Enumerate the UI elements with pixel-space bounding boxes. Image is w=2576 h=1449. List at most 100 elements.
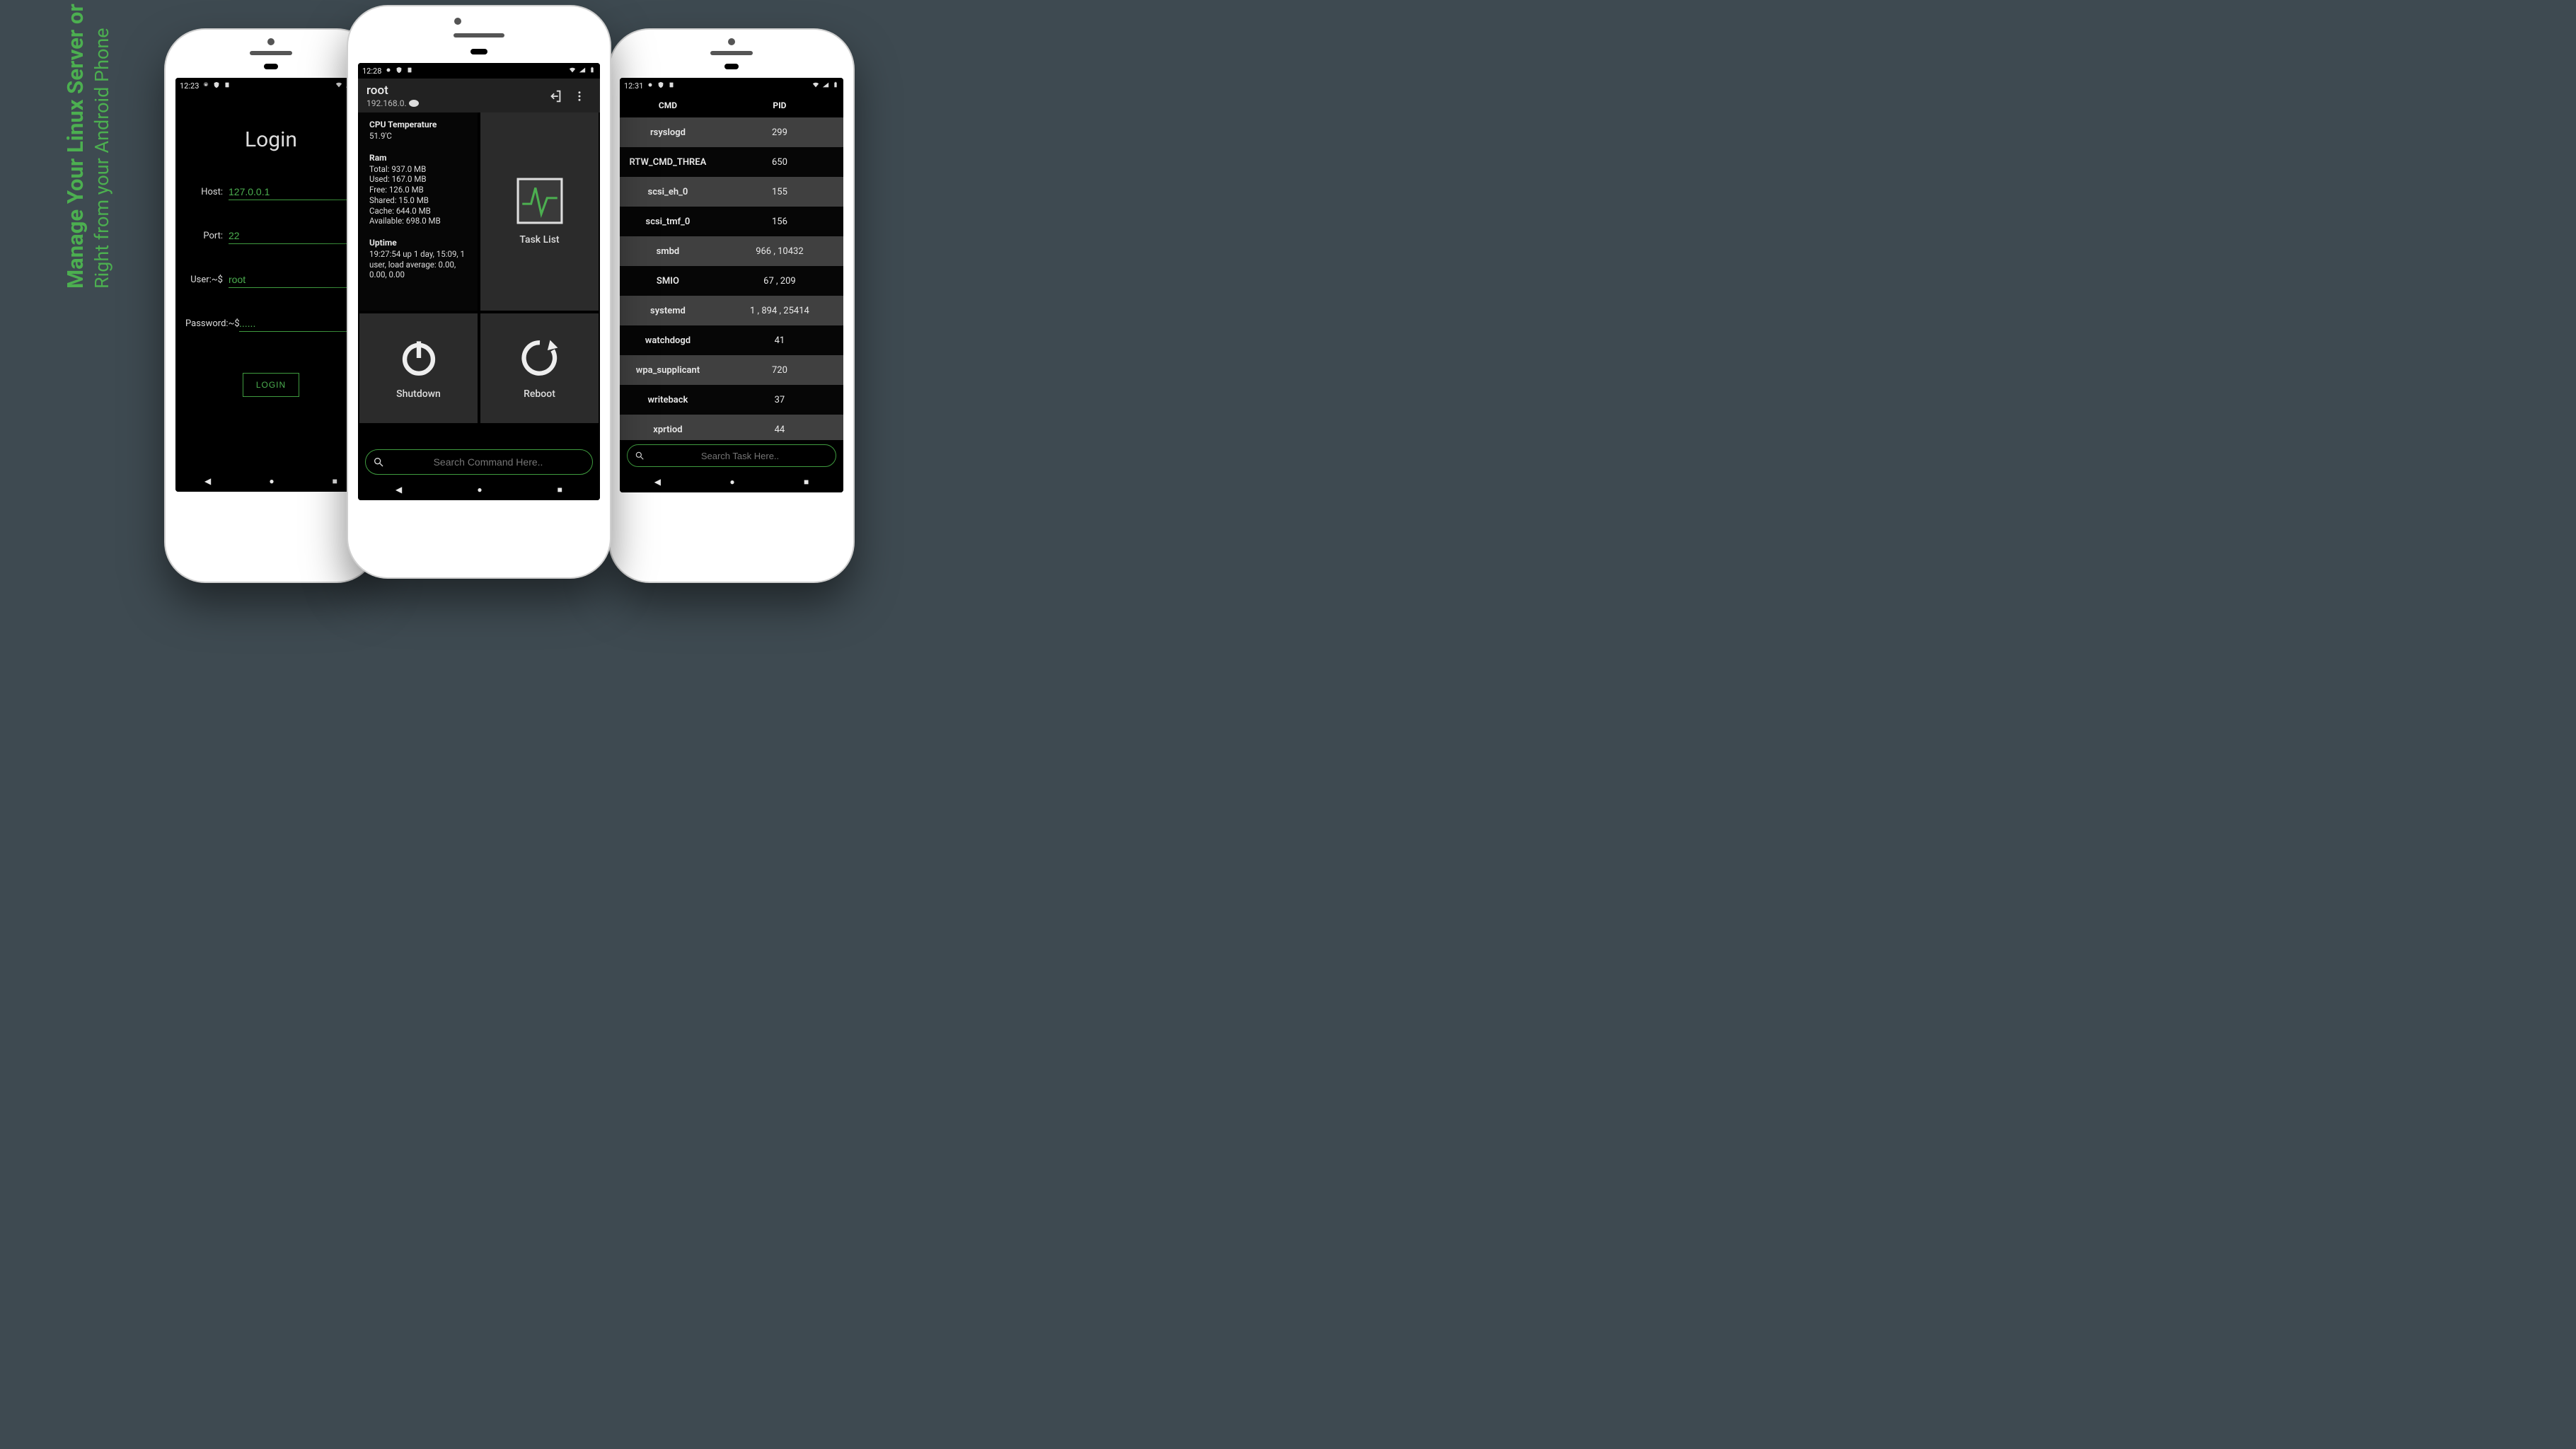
cell-pid: 41 [716,335,843,346]
cell-cmd: smbd [620,246,716,257]
cell-pid: 155 [716,187,843,197]
cell-cmd: watchdogd [620,335,716,346]
nav-recents-icon[interactable]: ■ [804,477,809,487]
login-button[interactable]: LOGIN [243,373,299,397]
wifi-icon [812,81,819,91]
uptime-heading: Uptime [369,238,468,248]
phone-frame-tasklist: 12:31 CMD PID rsyslogd299RTW_CMD_THREA65… [610,30,853,582]
battery-icon [832,81,839,91]
table-row[interactable]: scsi_tmf_0156 [620,207,843,236]
ram-used: Used: 167.0 MB [369,174,468,185]
shutdown-label: Shutdown [396,388,441,400]
password-label: Password:~$ [185,318,239,332]
page-title: Login [185,127,357,152]
user-input[interactable] [229,271,357,288]
host-input[interactable] [229,183,357,200]
cpu-temp-heading: CPU Temperature [369,120,468,129]
table-row[interactable]: RTW_CMD_THREA650 [620,147,843,177]
table-row[interactable]: smbd966 , 10432 [620,236,843,266]
user-label: User:~$ [185,275,229,288]
table-row[interactable]: systemd1 , 894 , 25414 [620,296,843,325]
power-icon [398,337,439,379]
gear-icon [647,81,654,91]
nav-home-icon[interactable]: ● [477,485,482,495]
cell-pid: 44 [716,425,843,435]
header-user: root [366,83,543,98]
screen-login: 12:23 [175,78,366,492]
cell-cmd: rsyslogd [620,127,716,138]
cell-cmd: scsi_eh_0 [620,187,716,197]
nav-recents-icon[interactable]: ■ [558,485,562,495]
nav-back-icon[interactable]: ◀ [654,477,661,487]
nav-back-icon[interactable]: ◀ [204,476,211,486]
ram-free: Free: 126.0 MB [369,185,468,195]
nav-home-icon[interactable]: ● [729,477,734,487]
nav-recents-icon[interactable]: ■ [333,476,337,486]
tasklist-search[interactable] [627,444,836,467]
cpu-temp-value: 51.9'C [369,131,468,142]
cell-pid: 67 , 209 [716,276,843,287]
redaction-icon [409,100,419,107]
table-row[interactable]: writeback37 [620,385,843,415]
table-row[interactable]: wpa_supplicant720 [620,355,843,385]
cell-cmd: xprtiod [620,425,716,435]
battery-icon [589,67,596,76]
statusbar: 12:31 [620,78,843,93]
phone-frame-login: 12:23 [166,30,376,582]
gear-icon [202,81,209,91]
signal-icon [822,81,829,91]
search-icon [635,451,645,461]
gear-icon [385,67,392,76]
shield-icon [657,81,664,91]
more-menu-button[interactable] [567,90,591,103]
table-row[interactable]: watchdogd41 [620,325,843,355]
statusbar: 12:23 [175,78,366,93]
android-navbar: ◀ ● ■ [175,471,366,492]
android-navbar: ◀ ● ■ [358,479,600,500]
cell-cmd: RTW_CMD_THREA [620,157,716,168]
reboot-icon [519,337,560,379]
cell-pid: 37 [716,395,843,405]
tasklist-tile[interactable]: Task List [480,112,599,311]
command-search[interactable] [365,449,593,475]
password-input[interactable] [239,315,366,332]
header-ip: 192.168.0. [366,98,407,108]
cell-cmd: scsi_tmf_0 [620,217,716,227]
ram-cache: Cache: 644.0 MB [369,206,468,217]
shutdown-tile[interactable]: Shutdown [359,313,478,423]
table-row[interactable]: xprtiod44 [620,415,843,440]
shield-icon [395,67,403,76]
ram-total: Total: 937.0 MB [369,164,468,175]
promo-heading: Manage Your Linux Server or Devices [62,0,88,289]
table-row[interactable]: rsyslogd299 [620,117,843,147]
uptime-value: 19:27:54 up 1 day, 15:09, 1 user, load a… [369,249,468,280]
statusbar: 12:28 [358,63,600,79]
cell-pid: 650 [716,157,843,168]
reboot-tile[interactable]: Reboot [480,313,599,423]
signal-icon [579,67,586,76]
table-row[interactable]: SMIO67 , 209 [620,266,843,296]
cell-cmd: systemd [620,306,716,316]
nav-back-icon[interactable]: ◀ [395,485,402,495]
reboot-label: Reboot [524,388,555,400]
tasklist-header: CMD PID [620,93,843,117]
ram-shared: Shared: 15.0 MB [369,195,468,206]
tasklist-rows: rsyslogd299RTW_CMD_THREA650scsi_eh_0155s… [620,117,843,440]
nav-home-icon[interactable]: ● [269,476,274,486]
command-search-input[interactable] [391,456,585,468]
screen-dashboard: 12:28 root 192.168.0. [358,63,600,500]
shield-icon [213,81,220,91]
clipboard-icon [224,81,231,91]
table-row[interactable]: scsi_eh_0155 [620,177,843,207]
clipboard-icon [668,81,675,91]
ram-available: Available: 698.0 MB [369,216,468,226]
port-input[interactable] [229,227,357,244]
cell-pid: 720 [716,365,843,376]
activity-icon [516,178,563,224]
tasklist-label: Task List [519,234,559,246]
logout-button[interactable] [543,88,567,104]
tasklist-search-input[interactable] [652,451,828,461]
wifi-icon [335,81,342,91]
cell-cmd: SMIO [620,276,716,287]
statusbar-time: 12:23 [180,81,199,91]
